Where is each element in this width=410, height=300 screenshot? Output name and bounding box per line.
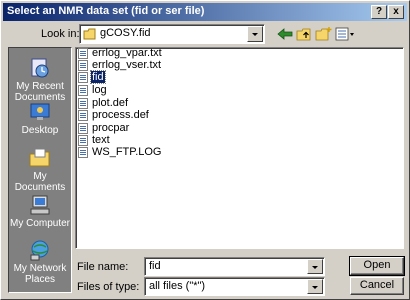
up-folder-icon[interactable] bbox=[295, 25, 315, 43]
filename-label: File name: bbox=[77, 261, 129, 273]
filetype-select[interactable]: all files ("*") bbox=[144, 277, 325, 296]
place-label: My Computer bbox=[9, 218, 70, 229]
title-bar: Select an NMR data set (fid or ser file)… bbox=[3, 3, 407, 21]
network-places-icon bbox=[30, 240, 49, 261]
filename-value: fid bbox=[149, 260, 161, 272]
file-name: errlog_vser.txt bbox=[92, 59, 162, 71]
dialog-title: Select an NMR data set (fid or ser file) bbox=[7, 5, 205, 17]
file-icon bbox=[78, 72, 88, 83]
file-icon bbox=[78, 135, 88, 146]
my-documents-icon bbox=[29, 148, 50, 167]
file-open-dialog: Select an NMR data set (fid or ser file)… bbox=[0, 0, 410, 300]
lookin-dropdown[interactable]: gCOSY.fid bbox=[79, 24, 265, 44]
file-icon bbox=[78, 110, 88, 121]
file-icon bbox=[78, 123, 88, 134]
my-computer-icon bbox=[30, 195, 50, 215]
file-name: procpar bbox=[92, 122, 130, 134]
back-arrow-icon[interactable] bbox=[275, 25, 295, 43]
file-icon bbox=[78, 98, 88, 109]
help-button[interactable]: ? bbox=[371, 5, 387, 19]
filetype-label: Files of type: bbox=[77, 281, 140, 293]
text-file-icon bbox=[78, 60, 88, 71]
open-button[interactable]: Open bbox=[349, 256, 405, 276]
file-list[interactable]: errlog_vpar.txt errlog_vser.txt fid log … bbox=[75, 47, 404, 249]
file-name: errlog_vpar.txt bbox=[92, 47, 162, 59]
place-label: Desktop bbox=[21, 125, 59, 136]
place-network-places[interactable]: My Network Places bbox=[9, 236, 71, 288]
view-menu-icon[interactable] bbox=[334, 25, 356, 43]
lookin-value: gCOSY.fid bbox=[100, 27, 151, 39]
close-button[interactable]: x bbox=[388, 5, 404, 19]
place-label: My Network Places bbox=[13, 263, 67, 285]
recent-documents-icon bbox=[31, 58, 49, 78]
file-name: plot.def bbox=[92, 97, 129, 109]
desktop-icon bbox=[30, 103, 50, 120]
file-name: log bbox=[92, 84, 107, 96]
new-folder-icon[interactable] bbox=[314, 25, 334, 43]
file-name: fid bbox=[90, 70, 106, 84]
filename-input[interactable]: fid bbox=[144, 257, 325, 276]
chevron-down-icon[interactable] bbox=[307, 279, 323, 294]
filetype-value: all files ("*") bbox=[149, 280, 206, 292]
place-my-documents[interactable]: My Documents bbox=[9, 144, 71, 196]
place-desktop[interactable]: Desktop bbox=[9, 98, 71, 150]
place-label: My Documents bbox=[14, 171, 66, 193]
file-name: process.def bbox=[92, 109, 149, 121]
cancel-button[interactable]: Cancel bbox=[350, 277, 404, 295]
file-icon bbox=[78, 147, 88, 158]
file-name: WS_FTP.LOG bbox=[92, 146, 162, 158]
chevron-down-icon[interactable] bbox=[307, 259, 323, 274]
file-name: text bbox=[92, 134, 110, 146]
places-bar: My Recent Documents Desktop My Documents bbox=[8, 47, 72, 293]
text-file-icon bbox=[78, 48, 88, 59]
file-icon bbox=[78, 85, 88, 96]
lookin-label: Look in: bbox=[41, 28, 80, 40]
folder-icon bbox=[83, 28, 96, 40]
chevron-down-icon[interactable] bbox=[247, 26, 263, 42]
